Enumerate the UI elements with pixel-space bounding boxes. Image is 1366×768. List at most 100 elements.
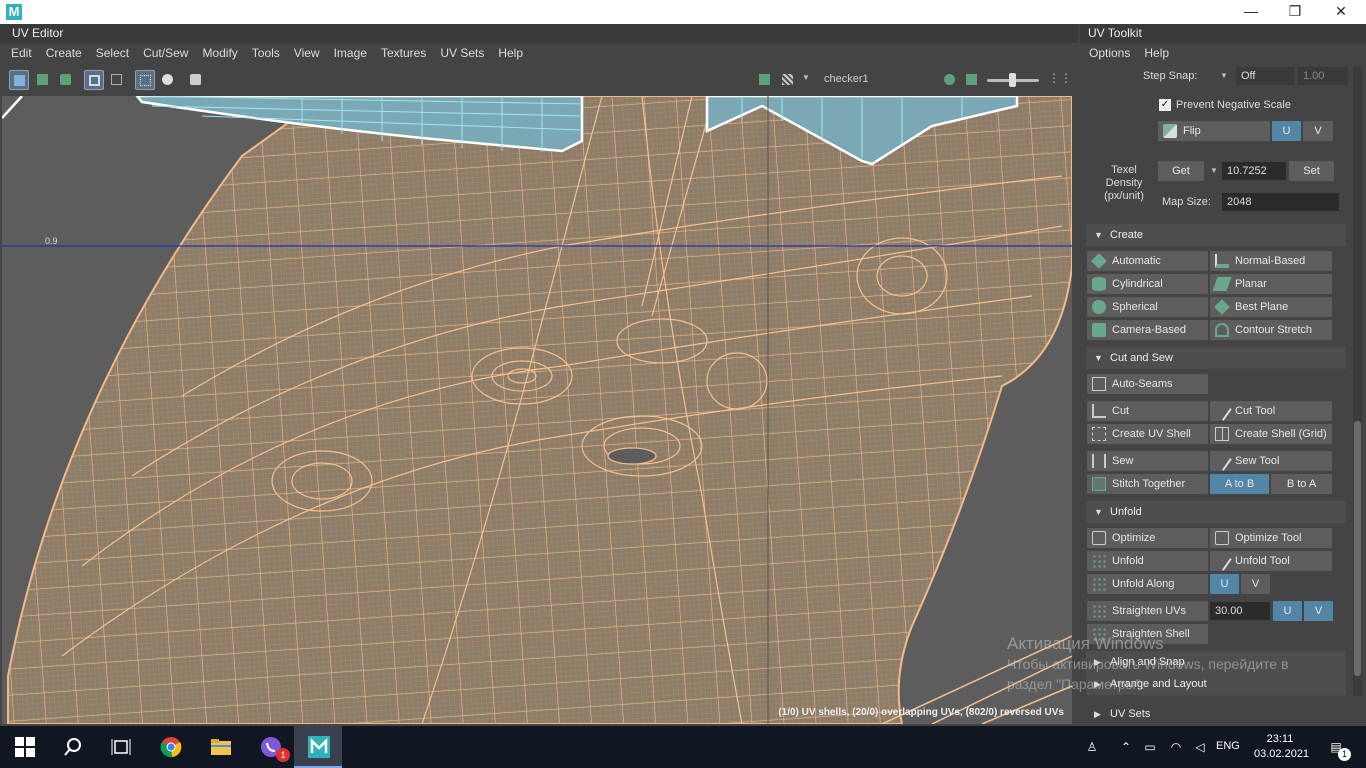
uv-sets-section-title: UV Sets [1110,708,1151,720]
cut-edge-icon [1092,404,1106,418]
maximize-button[interactable]: ❐ [1272,0,1318,24]
auto-seams-button[interactable]: Auto-Seams [1087,374,1208,394]
prevent-negative-scale-checkbox[interactable]: ✓ [1159,99,1171,111]
unfold-along-u-button[interactable]: U [1210,574,1239,594]
clock[interactable]: 23:11 03.02.2021 [1254,732,1309,762]
volume-icon[interactable]: ◁ [1192,739,1208,755]
a-to-b-button[interactable]: A to B [1210,474,1269,494]
toolbar-overflow-icon[interactable]: ⋮⋮ [1044,70,1072,90]
toolkit-menu-help[interactable]: Help [1137,43,1176,63]
tray-expand-icon[interactable]: ⌃ [1118,739,1134,755]
unfold-button[interactable]: Unfold [1087,551,1208,571]
menu-textures[interactable]: Textures [374,43,433,63]
task-view-button[interactable] [96,726,144,768]
map-size-field[interactable]: 2048 [1222,193,1339,211]
toolkit-scrollbar-thumb[interactable] [1354,421,1361,676]
optimize-tool-icon [1215,531,1229,545]
grid-toggle-icon[interactable] [107,70,127,90]
unfold-along-v-button[interactable]: V [1241,574,1270,594]
straighten-uvs-button[interactable]: Straighten UVs [1087,601,1208,621]
cut-tool-button[interactable]: Cut Tool [1210,401,1332,421]
chrome-app[interactable] [146,726,194,768]
step-snap-dropdown-icon[interactable]: ▼ [1220,66,1228,86]
texel-density-field[interactable]: 10.7252 [1222,162,1286,180]
menu-cut-sew[interactable]: Cut/Sew [136,43,195,63]
spherical-button[interactable]: Spherical [1087,297,1208,317]
uv-viewport[interactable]: 0.9 (1/0) UV shells, (20/0) overlapping … [2,96,1072,724]
stitch-together-button[interactable]: Stitch Together [1087,474,1208,494]
texel-get-button[interactable]: Get [1158,161,1204,181]
sew-button[interactable]: Sew [1087,451,1208,471]
image-toggle-icon[interactable] [962,70,982,90]
normal-based-button[interactable]: Normal-Based [1210,251,1332,271]
cylindrical-button[interactable]: Cylindrical [1087,274,1208,294]
cut-button[interactable]: Cut [1087,401,1208,421]
create-shell-grid-button[interactable]: Create Shell (Grid) [1210,424,1332,444]
unfold-section-header[interactable]: ▼ Unfold [1086,501,1346,523]
step-snap-mode-select[interactable]: Off [1236,67,1294,85]
maya-app[interactable] [294,726,342,768]
best-plane-button[interactable]: Best Plane [1210,297,1332,317]
flip-button[interactable]: Flip [1158,121,1270,141]
menu-image[interactable]: Image [327,43,374,63]
optimize-button[interactable]: Optimize [1087,528,1208,548]
file-explorer-app[interactable] [196,726,244,768]
texel-density-label-line2: Density [1105,177,1143,189]
menu-help[interactable]: Help [491,43,530,63]
menu-select[interactable]: Select [89,43,136,63]
pixel-snap-icon[interactable] [158,70,178,90]
toolkit-scroll-area[interactable]: Step Snap: ▼ Off 1.00 ✓ Prevent Negative… [1080,64,1352,726]
component-select-icon[interactable] [33,70,53,90]
camera-based-button[interactable]: Camera-Based [1087,320,1208,340]
sew-tool-button[interactable]: Sew Tool [1210,451,1332,471]
menu-modify[interactable]: Modify [195,43,244,63]
optimize-tool-button[interactable]: Optimize Tool [1210,528,1332,548]
menu-uv-sets[interactable]: UV Sets [433,43,491,63]
texture-dropdown-icon[interactable]: ▼ [800,70,812,90]
people-icon[interactable]: ♙ [1084,739,1100,755]
contour-stretch-button[interactable]: Contour Stretch [1210,320,1332,340]
menu-tools[interactable]: Tools [245,43,287,63]
uv-axis-label: 0.9 [45,236,58,246]
straighten-angle-field[interactable]: 30.00 [1210,602,1270,620]
isolate-icon[interactable] [84,70,104,90]
create-section-header[interactable]: ▼ Create [1086,224,1346,246]
shell-select-icon[interactable] [9,70,29,90]
battery-icon[interactable]: ▭ [1142,739,1158,755]
search-button[interactable] [48,726,96,768]
b-to-a-button[interactable]: B to A [1271,474,1332,494]
tiling-icon[interactable] [940,70,960,90]
minimize-button[interactable]: — [1228,0,1274,24]
snapshot-camera-icon[interactable] [186,70,206,90]
toolkit-scrollbar[interactable] [1353,66,1362,696]
menu-create[interactable]: Create [39,43,89,63]
texel-set-button[interactable]: Set [1289,161,1334,181]
flip-v-button[interactable]: V [1303,121,1333,141]
unfold-tool-button[interactable]: Unfold Tool [1210,551,1332,571]
uv-select-icon[interactable] [56,70,76,90]
image-display-icon[interactable] [755,70,775,90]
automatic-button[interactable]: Automatic [1087,251,1208,271]
close-button[interactable]: ✕ [1318,0,1364,24]
straighten-uvs-button-label: Straighten UVs [1112,605,1186,617]
menu-view[interactable]: View [287,43,327,63]
unfold-along-button[interactable]: Unfold Along [1087,574,1208,594]
step-snap-value-field[interactable]: 1.00 [1298,67,1348,85]
wireframe-icon[interactable] [135,70,155,90]
language-indicator[interactable]: ENG [1216,740,1240,752]
wifi-icon[interactable]: ◠ [1168,739,1184,755]
uv-sets-section-header[interactable]: ▶ UV Sets [1086,703,1346,725]
create-uv-shell-button[interactable]: Create UV Shell [1087,424,1208,444]
straighten-u-button[interactable]: U [1273,601,1302,621]
checker-toggle-icon[interactable] [778,70,798,90]
toolkit-menu-options[interactable]: Options [1082,43,1137,63]
planar-button[interactable]: Planar [1210,274,1332,294]
cut-and-sew-section-header[interactable]: ▼ Cut and Sew [1086,347,1346,369]
texel-get-dropdown-icon[interactable]: ▼ [1210,161,1218,181]
viber-app[interactable]: 1 [246,726,294,768]
menu-edit[interactable]: Edit [4,43,39,63]
straighten-v-button[interactable]: V [1304,601,1333,621]
brightness-slider-handle[interactable] [1009,73,1016,87]
flip-u-button[interactable]: U [1272,121,1301,141]
start-button[interactable] [0,726,48,768]
